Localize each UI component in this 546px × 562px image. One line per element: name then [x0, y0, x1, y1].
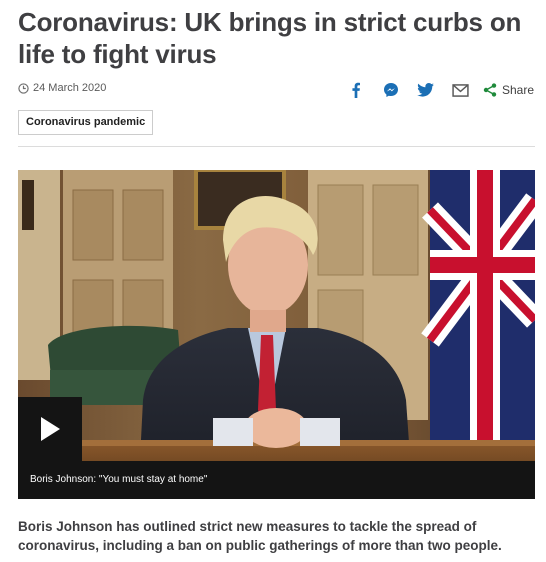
- share-tools: Share: [331, 79, 534, 101]
- clock-icon: [18, 82, 29, 94]
- email-icon[interactable]: [451, 80, 471, 100]
- video-player[interactable]: Boris Johnson: "You must stay at home": [18, 170, 535, 499]
- divider: [18, 146, 535, 147]
- messenger-icon[interactable]: [381, 80, 401, 100]
- share-label: Share: [501, 83, 534, 97]
- publish-date: 24 March 2020: [18, 82, 106, 94]
- article-meta: 24 March 2020 Share: [18, 79, 536, 101]
- video-caption: Boris Johnson: "You must stay at home": [18, 461, 535, 499]
- share-button[interactable]: Share: [483, 83, 534, 97]
- video-still: [18, 170, 535, 499]
- article-headline: Coronavirus: UK brings in strict curbs o…: [18, 7, 522, 69]
- publish-date-text: 24 March 2020: [33, 82, 107, 94]
- play-icon: [41, 417, 60, 441]
- topic-tag[interactable]: Coronavirus pandemic: [18, 110, 154, 135]
- play-button[interactable]: [18, 397, 82, 461]
- share-icon: [483, 83, 497, 97]
- article-summary: Boris Johnson has outlined strict new me…: [18, 519, 502, 553]
- facebook-icon[interactable]: [346, 80, 366, 100]
- twitter-icon[interactable]: [416, 80, 436, 100]
